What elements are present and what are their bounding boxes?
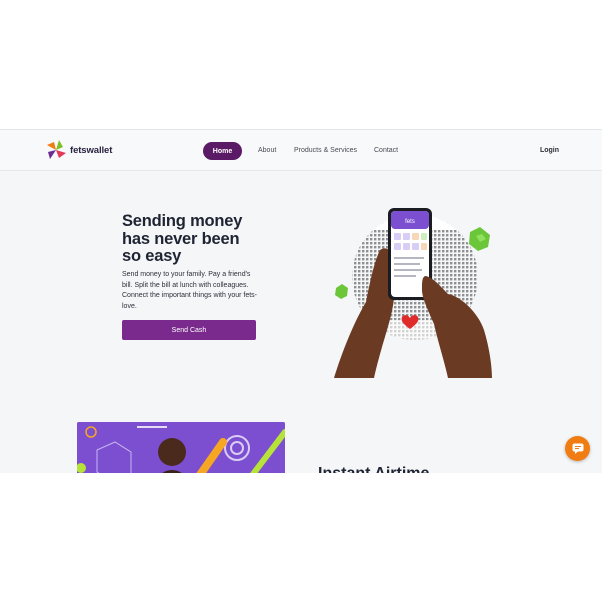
login-link[interactable]: Login [540, 147, 559, 154]
instant-airtime-promo-image [77, 422, 285, 473]
navbar: fetswallet Home About Products & Service… [0, 130, 602, 171]
chat-bubble-icon [572, 443, 583, 454]
website-viewport: fetswallet Home About Products & Service… [0, 129, 602, 473]
nav-products-link[interactable]: Products & Services [294, 147, 357, 154]
nav-about-link[interactable]: About [258, 147, 276, 154]
hero-phone-illustration: fets [334, 208, 492, 378]
phone-app-name: fets [405, 219, 415, 225]
nav-contact-link[interactable]: Contact [374, 147, 398, 154]
promo-illustration [77, 422, 285, 473]
instant-airtime-heading: Instant Airtime [318, 465, 429, 473]
send-cash-button[interactable]: Send Cash [122, 320, 256, 340]
page-canvas: fetswallet Home About Products & Service… [0, 0, 602, 602]
fetswallet-logo-icon [47, 140, 66, 159]
green-cube-small-icon [335, 284, 348, 299]
hero-description: Send money to your family. Pay a friend'… [122, 271, 258, 310]
chat-button[interactable] [565, 436, 590, 461]
hero-title: Sending money has never been so easy [122, 212, 243, 265]
brand-logo[interactable]: fetswallet [45, 139, 112, 161]
main-nav: Home About Products & Services Contact [203, 142, 398, 160]
nav-home-button[interactable]: Home [203, 142, 242, 160]
brand-name: fetswallet [70, 144, 113, 156]
